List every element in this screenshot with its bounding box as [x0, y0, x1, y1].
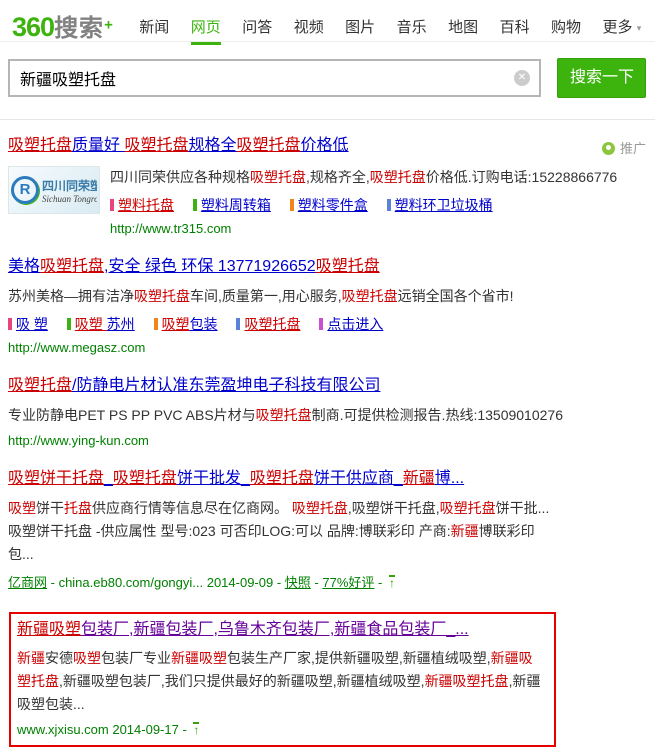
search-button[interactable]: 搜索一下: [557, 58, 646, 98]
rating-link[interactable]: 77%好评: [322, 575, 374, 590]
result-2: 美格吸塑托盘,安全 绿色 环保 13771926652吸塑托盘 苏州美格—拥有洁…: [8, 257, 655, 355]
result-sublinks: 塑料托盘 塑料周转箱 塑料零件盒 塑料环卫垃圾桶: [110, 195, 655, 215]
promoted-label: 推广: [620, 141, 646, 156]
result-title-link[interactable]: 新疆吸塑包装厂,新疆包装厂,乌鲁木齐包装厂,新疆食品包装厂_...: [17, 621, 469, 638]
tab-more[interactable]: 更多 ▾: [603, 16, 642, 45]
tab-music[interactable]: 音乐: [397, 16, 427, 45]
tab-maps[interactable]: 地图: [448, 16, 478, 45]
result-sublinks: 吸 塑 吸塑 苏州 吸塑包装 吸塑托盘 点击进入: [8, 314, 655, 334]
sublink-bar-icon: [236, 318, 240, 330]
chevron-down-icon: ▾: [637, 23, 642, 33]
result-title-link[interactable]: 美格吸塑托盘,安全 绿色 环保 13771926652吸塑托盘: [8, 258, 380, 275]
sublink-bar-icon: [193, 199, 197, 211]
tab-images[interactable]: 图片: [345, 16, 375, 45]
nav-tabs: 新闻 网页 问答 视频 图片 音乐 地图 百科 购物 更多 ▾: [139, 8, 655, 45]
annotation-box: 新疆吸塑包装厂,新疆包装厂,乌鲁木齐包装厂,新疆食品包装厂_... 新疆安德吸塑…: [9, 612, 556, 747]
snapshot-link[interactable]: 快照: [285, 575, 311, 590]
promoted-icon: [602, 142, 615, 155]
promoted-badge: 推广: [602, 138, 646, 157]
tab-qa[interactable]: 问答: [242, 16, 272, 45]
result-description: 四川同荣供应各种规格吸塑托盘,规格齐全,吸塑托盘价格低.订购电话:1522886…: [110, 166, 655, 189]
result-title-link[interactable]: 吸塑托盘质量好 吸塑托盘规格全吸塑托盘价格低: [8, 137, 349, 154]
sublink-bar-icon: [319, 318, 323, 330]
top-navigation: 360搜索+ 新闻 网页 问答 视频 图片 音乐 地图 百科 购物 更多 ▾: [0, 0, 655, 42]
sublink-bar-icon: [154, 318, 158, 330]
search-results: 推广 吸塑托盘质量好 吸塑托盘规格全吸塑托盘价格低 R 四川同荣塑料 Sichu…: [0, 120, 655, 747]
site-name-link[interactable]: 亿商网: [8, 575, 47, 590]
thumbnail-cn-text: 四川同荣塑料: [42, 177, 97, 194]
tab-video[interactable]: 视频: [294, 16, 324, 45]
result-url: http://www.tr315.com: [110, 221, 655, 236]
sublink-parts-box[interactable]: 塑料零件盒: [290, 197, 368, 213]
sublink-xisu-packaging[interactable]: 吸塑包装: [154, 316, 218, 332]
sublink-xisu-tray[interactable]: 吸塑托盘: [236, 316, 300, 332]
result-description: 新疆安德吸塑包装厂专业新疆吸塑包装生产厂家,提供新疆吸塑,新疆植绒吸塑,新疆吸塑…: [17, 647, 546, 716]
meta-url-date: www.xjxisu.com 2014-09-17 -: [17, 722, 190, 737]
back-to-top-icon[interactable]: ↑: [389, 575, 395, 589]
result-description: 专业防静电PET PS PP PVC ABS片材与吸塑托盘制商.可提供检测报告.…: [8, 404, 655, 427]
search-box: ✕: [8, 59, 541, 97]
result-description: 苏州美格—拥有洁净吸塑托盘车间,质量第一,用心服务,吸塑托盘远销全国各个省市!: [8, 285, 655, 308]
result-url: http://www.megasz.com: [8, 340, 655, 355]
result-4: 吸塑饼干托盘_吸塑托盘饼干批发_吸塑托盘饼干供应商_新疆博... 吸塑饼干托盘供…: [8, 469, 553, 591]
sublink-turnover-box[interactable]: 塑料周转箱: [193, 197, 271, 213]
sublink-bar-icon: [67, 318, 71, 330]
result-3: 吸塑托盘/防静电片材认准东莞盈坤电子科技有限公司 专业防静电PET PS PP …: [8, 376, 655, 448]
result-title-link[interactable]: 吸塑托盘/防静电片材认准东莞盈坤电子科技有限公司: [8, 377, 380, 394]
sublink-trash-bin[interactable]: 塑料环卫垃圾桶: [387, 197, 493, 213]
sublink-bar-icon: [387, 199, 391, 211]
sublink-bar-icon: [110, 199, 114, 211]
logo-plus-icon: +: [104, 17, 113, 34]
logo-360-search[interactable]: 360搜索+: [12, 8, 113, 43]
tongrong-logo-icon: R: [11, 176, 39, 204]
result-url: http://www.ying-kun.com: [8, 433, 655, 448]
result-meta: 亿商网 - china.eb80.com/gongyi... 2014-09-0…: [8, 572, 553, 591]
sublink-bar-icon: [8, 318, 12, 330]
back-to-top-icon[interactable]: ↑: [193, 722, 199, 736]
sublink-bar-icon: [290, 199, 294, 211]
thumbnail-en-text: Sichuan Tongrong: [42, 194, 97, 204]
sublink-xisu-suzhou[interactable]: 吸塑 苏州: [67, 316, 135, 332]
logo-sousuo-text: 搜索: [54, 15, 104, 42]
tab-web[interactable]: 网页: [191, 16, 221, 45]
result-description: 吸塑饼干托盘供应商行情等信息尽在亿商网。 吸塑托盘,吸塑饼干托盘,吸塑托盘饼干批…: [8, 497, 553, 566]
result-meta: www.xjxisu.com 2014-09-17 - ↑: [17, 722, 546, 737]
logo-360-text: 360: [12, 12, 54, 42]
result-thumbnail-tongrong[interactable]: R 四川同荣塑料 Sichuan Tongrong: [8, 166, 100, 214]
clear-icon[interactable]: ✕: [514, 70, 530, 86]
tab-wiki[interactable]: 百科: [500, 16, 530, 45]
tab-shopping[interactable]: 购物: [551, 16, 581, 45]
sublink-xisu[interactable]: 吸 塑: [8, 316, 48, 332]
search-bar: ✕ 搜索一下: [0, 42, 655, 98]
meta-url-date: - china.eb80.com/gongyi... 2014-09-09 -: [47, 575, 285, 590]
result-5: 新疆吸塑包装厂,新疆包装厂,乌鲁木齐包装厂,新疆食品包装厂_... 新疆安德吸塑…: [17, 620, 546, 737]
sublink-click-enter[interactable]: 点击进入: [319, 316, 383, 332]
search-input[interactable]: [10, 61, 500, 95]
result-1: 推广 吸塑托盘质量好 吸塑托盘规格全吸塑托盘价格低 R 四川同荣塑料 Sichu…: [8, 136, 655, 236]
sublink-plastic-pallet[interactable]: 塑料托盘: [110, 197, 174, 213]
tab-news[interactable]: 新闻: [139, 16, 169, 45]
result-title-link[interactable]: 吸塑饼干托盘_吸塑托盘饼干批发_吸塑托盘饼干供应商_新疆博...: [8, 470, 464, 487]
